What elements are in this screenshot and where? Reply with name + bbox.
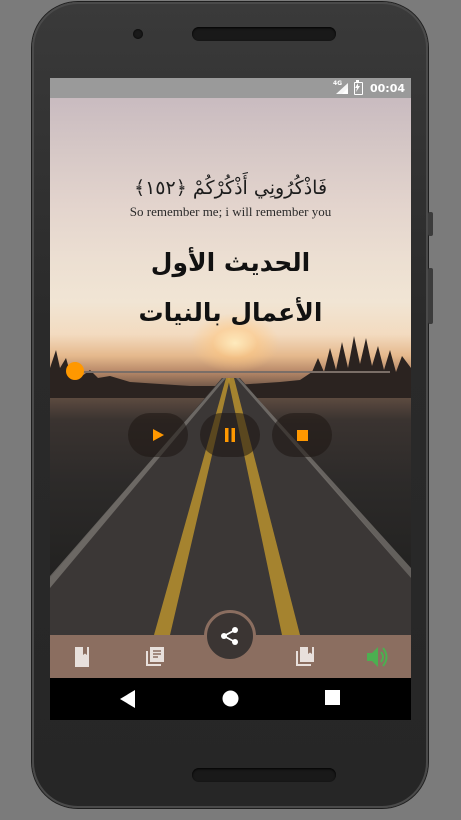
verse-english: So remember me; i will remember you bbox=[129, 204, 332, 219]
status-time: 00:04 bbox=[369, 81, 405, 95]
library-icon bbox=[146, 647, 164, 666]
network-type-label: 4G bbox=[332, 79, 343, 87]
share-button[interactable] bbox=[204, 610, 256, 662]
play-icon bbox=[153, 429, 164, 441]
signal-icon: 4G bbox=[332, 79, 348, 94]
pause-icon bbox=[225, 428, 235, 442]
back-icon[interactable] bbox=[120, 690, 136, 708]
verse-header: فَاذْكُرُونِي أَذْكُرْكُمْ ﴿١٥٢﴾ So reme… bbox=[50, 176, 411, 220]
stop-icon bbox=[296, 429, 308, 441]
hadith-name-title: الأعمال بالنيات bbox=[138, 298, 323, 327]
home-icon[interactable] bbox=[222, 690, 239, 707]
hadith-number-title: الحديث الأول bbox=[150, 248, 311, 277]
collection-icon bbox=[296, 647, 314, 666]
book-icon bbox=[75, 647, 89, 667]
playback-controls bbox=[50, 413, 411, 459]
tab-library[interactable] bbox=[143, 645, 167, 669]
volume-button bbox=[428, 212, 433, 236]
audio-seekbar[interactable] bbox=[70, 371, 390, 373]
main-content: فَاذْكُرُونِي أَذْكُرْكُمْ ﴿١٥٢﴾ So reme… bbox=[50, 98, 411, 635]
front-camera bbox=[133, 29, 143, 39]
screen: 4G 00:04 فَاذْكُرُونِي أَذْكُرْكُمْ ﴿١٥٢… bbox=[50, 78, 411, 720]
power-button bbox=[428, 268, 433, 324]
play-button[interactable] bbox=[128, 413, 188, 457]
tab-book[interactable] bbox=[70, 645, 94, 669]
bottom-speaker bbox=[192, 768, 336, 782]
seekbar-thumb[interactable] bbox=[66, 362, 84, 380]
battery-icon bbox=[353, 79, 363, 95]
verse-arabic: فَاذْكُرُونِي أَذْكُرْكُمْ ﴿١٥٢﴾ bbox=[133, 177, 328, 199]
status-bar: 4G 00:04 bbox=[50, 78, 411, 98]
system-nav-bar bbox=[50, 678, 411, 720]
recent-apps-icon[interactable] bbox=[325, 690, 340, 705]
volume-icon bbox=[367, 647, 388, 667]
share-icon bbox=[221, 627, 238, 645]
tab-collection[interactable] bbox=[293, 645, 317, 669]
tab-audio[interactable] bbox=[366, 645, 390, 669]
top-speaker bbox=[192, 27, 336, 41]
pause-button[interactable] bbox=[200, 413, 260, 457]
stop-button[interactable] bbox=[272, 413, 332, 457]
